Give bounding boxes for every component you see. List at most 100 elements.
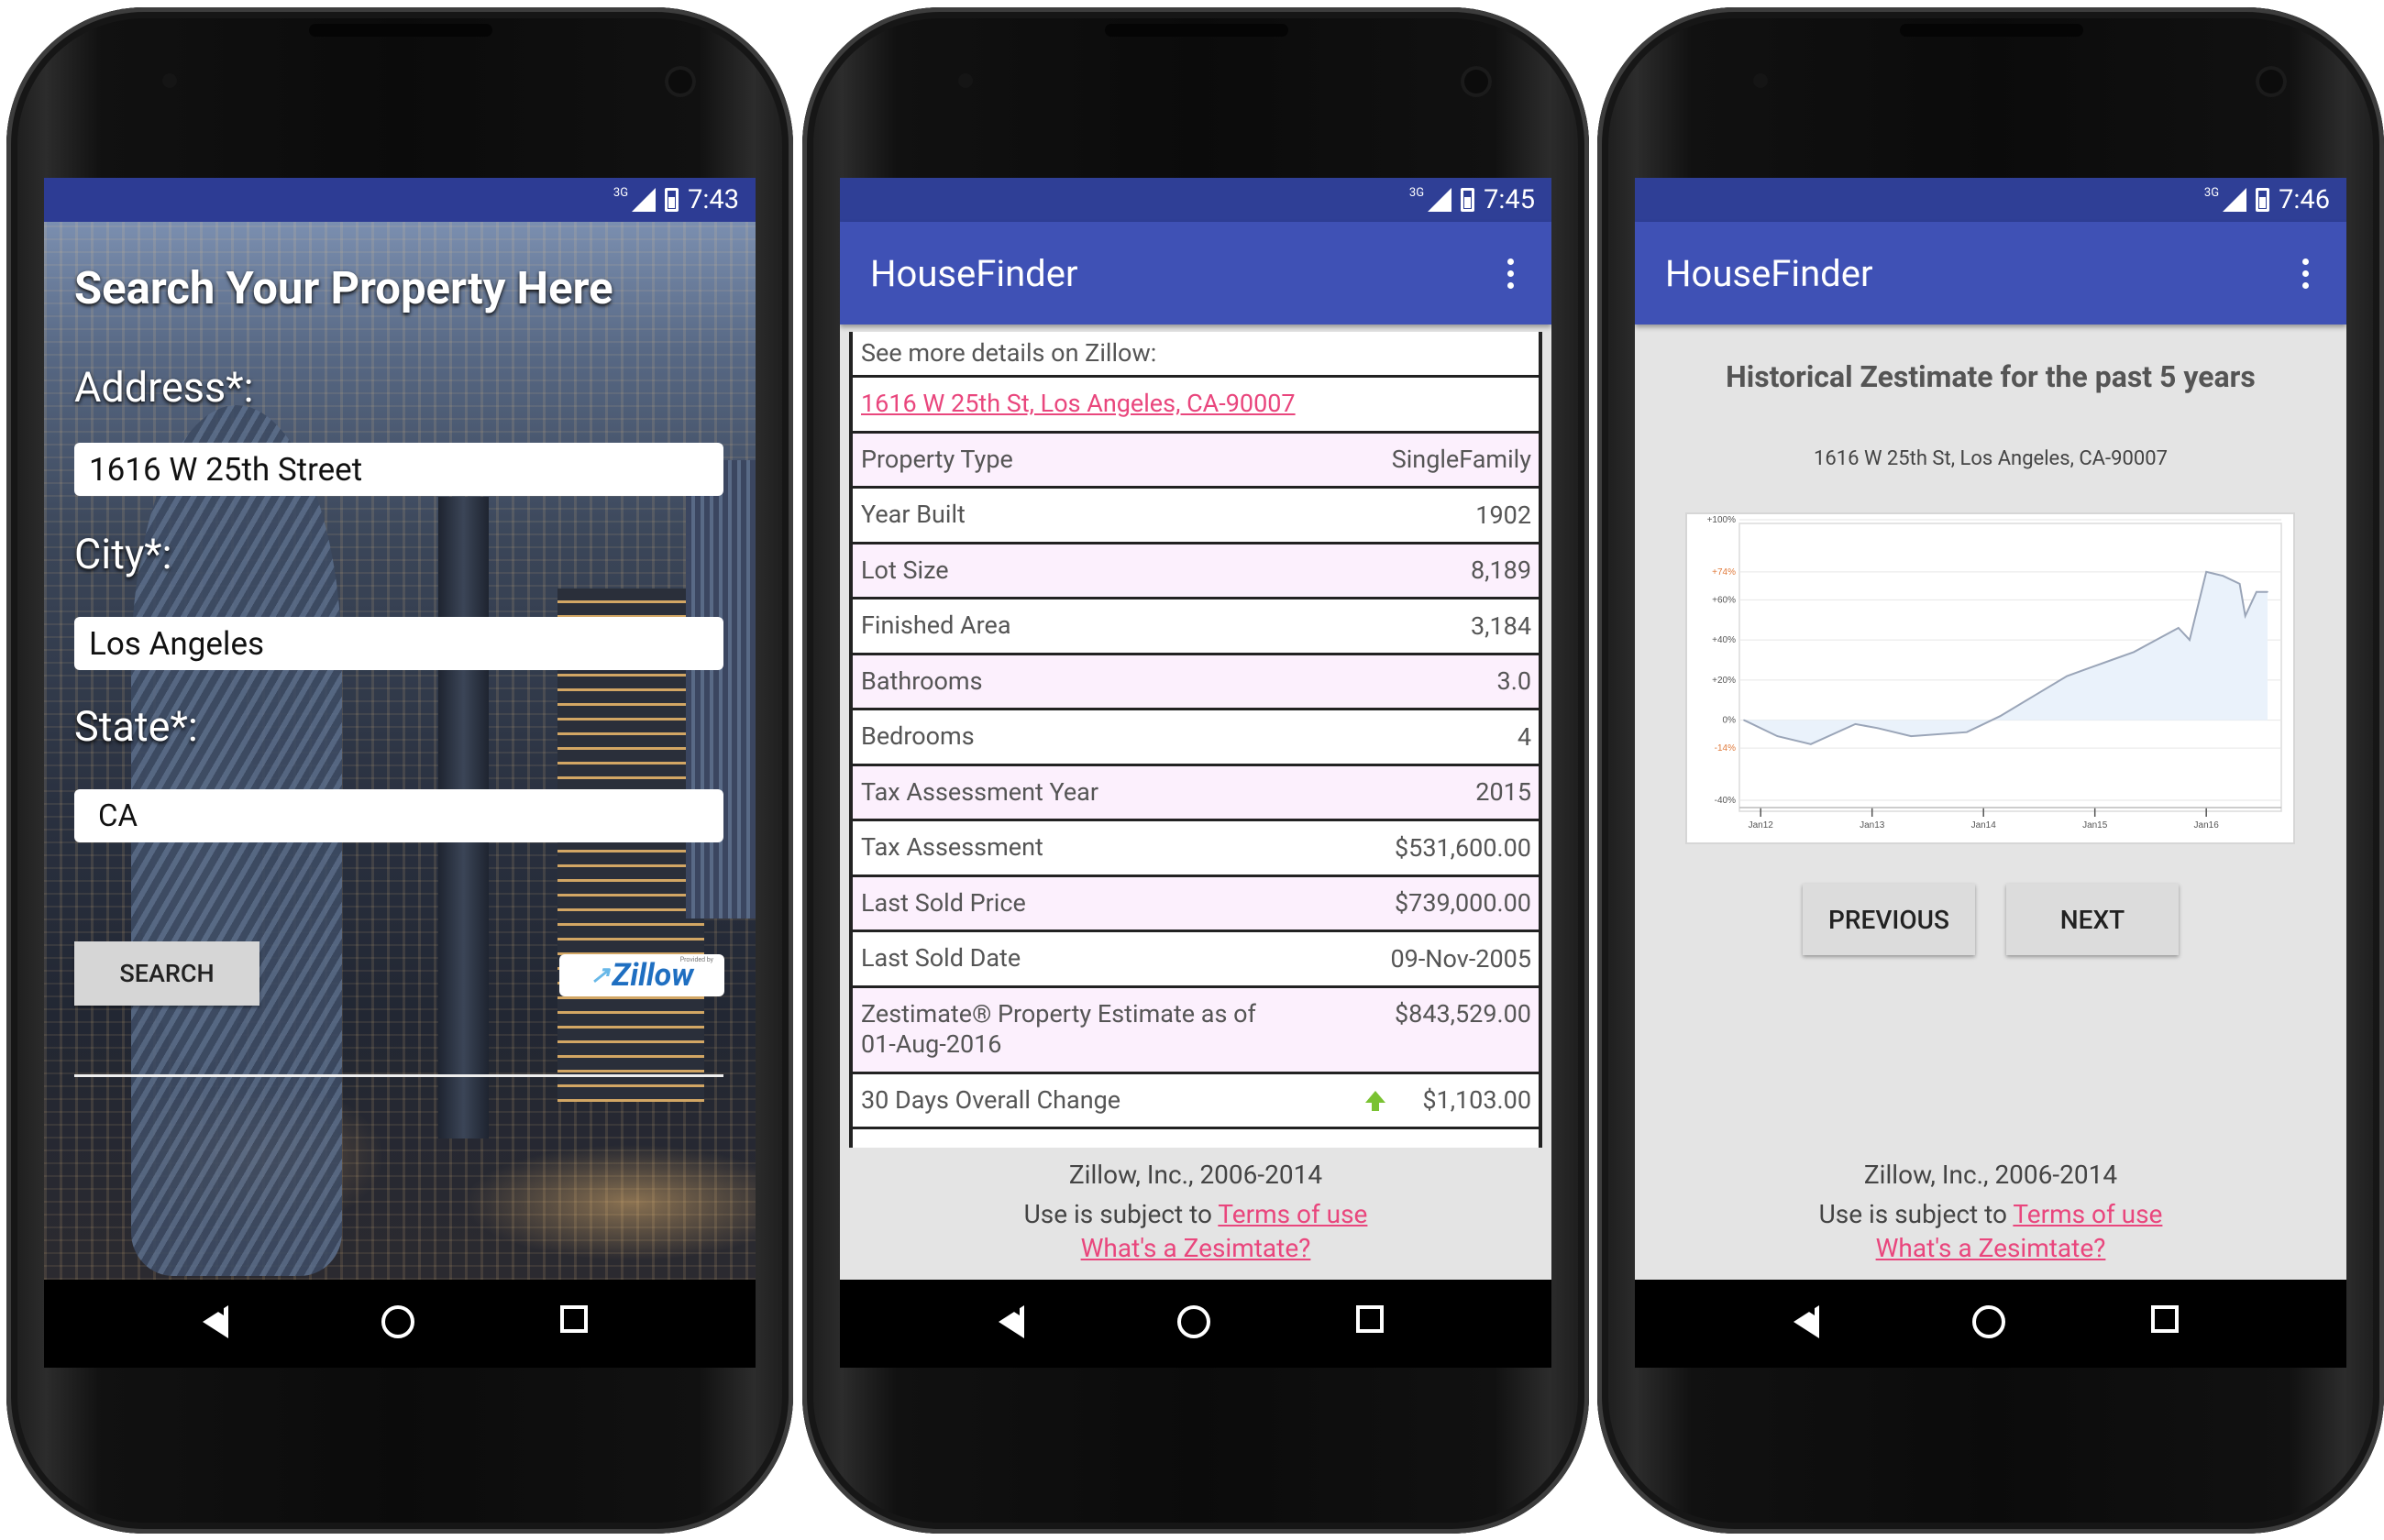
recents-button[interactable] xyxy=(560,1305,597,1342)
home-icon xyxy=(381,1305,414,1338)
data-point xyxy=(2238,583,2241,585)
y-tick-label: -40% xyxy=(1715,796,1736,806)
x-tick-label: Jan15 xyxy=(2082,820,2108,830)
state-input[interactable]: CA xyxy=(74,789,723,842)
recents-icon xyxy=(1356,1305,1384,1333)
footer-zestimate: What's a Zesimtate? xyxy=(1635,1228,2346,1268)
previous-button[interactable]: PREVIOUS xyxy=(1803,884,1975,955)
sensor-icon xyxy=(1753,73,1768,88)
x-tick-label: Jan12 xyxy=(1749,820,1774,830)
earpiece xyxy=(1900,24,2083,37)
y-tick-label: 0% xyxy=(1723,716,1737,726)
data-point xyxy=(2244,615,2246,617)
row-value: $531,600.00 xyxy=(1394,832,1531,863)
front-camera-icon xyxy=(665,66,696,97)
front-camera-icon xyxy=(1461,66,1492,97)
data-point xyxy=(1743,719,1745,721)
data-point xyxy=(2256,590,2257,593)
y-tick-label: +40% xyxy=(1712,635,1736,645)
row-value: 3,184 xyxy=(1470,610,1531,641)
overflow-menu-icon[interactable] xyxy=(1507,258,1515,289)
battery-icon xyxy=(1461,188,1475,212)
earpiece xyxy=(1105,24,1288,37)
overflow-menu-icon[interactable] xyxy=(2302,258,2310,289)
x-tick-label: Jan14 xyxy=(1971,820,1997,830)
battery-icon xyxy=(2256,188,2270,212)
data-point xyxy=(1966,731,1968,733)
row-label: 30 Days Overall Change xyxy=(861,1084,1121,1115)
terms-link[interactable]: Terms of use xyxy=(1218,1199,1367,1229)
battery-icon xyxy=(665,188,679,212)
phone-1: 3G 7:43 Search Your Property Here Addres… xyxy=(6,7,793,1534)
row-value: $739,000.00 xyxy=(1394,888,1531,918)
table-row: Last Sold Date 09-Nov-2005 xyxy=(853,932,1539,988)
zillow-logo[interactable]: Provided by ↗ Zillow xyxy=(559,954,724,996)
row-value: 8,189 xyxy=(1470,556,1531,586)
home-button[interactable] xyxy=(1972,1305,2009,1342)
chart-address: 1616 W 25th St, Los Angeles, CA-90007 xyxy=(1814,447,2168,470)
y-tick-label: +20% xyxy=(1712,676,1736,686)
back-button[interactable] xyxy=(999,1305,1035,1342)
recents-button[interactable] xyxy=(1356,1305,1393,1342)
row-label: Bedrooms xyxy=(861,721,975,752)
home-icon xyxy=(1177,1305,1210,1338)
data-point xyxy=(2088,666,2091,669)
back-button[interactable] xyxy=(1794,1305,1830,1342)
city-label: City*: xyxy=(74,530,172,578)
status-time: 7:45 xyxy=(1484,184,1535,215)
row-label: Zestimate® Property Estimate as of 01-Au… xyxy=(861,998,1256,1059)
recents-icon xyxy=(2151,1305,2179,1333)
data-point xyxy=(1810,743,1812,745)
data-point xyxy=(1999,715,2002,717)
details-header: See more details on Zillow: xyxy=(853,332,1539,378)
row-value: 09-Nov-2005 xyxy=(1390,943,1531,974)
footer-copyright: Zillow, Inc., 2006-2014 xyxy=(1863,1160,2118,1190)
row-label: Last Sold Price xyxy=(861,887,1026,918)
footer-zestimate: What's a Zesimtate? xyxy=(840,1228,1551,1268)
data-point xyxy=(1910,735,1913,737)
search-button[interactable]: SEARCH xyxy=(74,941,259,1006)
data-point xyxy=(2033,695,2035,698)
back-icon xyxy=(203,1305,228,1338)
terms-link[interactable]: Terms of use xyxy=(2013,1199,2162,1229)
zillow-z-icon: ↗ xyxy=(590,962,611,989)
table-row: Zestimate® Property Estimate as of 01-Au… xyxy=(853,987,1539,1074)
back-button[interactable] xyxy=(203,1305,239,1342)
recents-icon xyxy=(560,1305,588,1333)
zestimate-link[interactable]: What's a Zesimtate? xyxy=(1081,1233,1311,1263)
y-tick-label: +74% xyxy=(1712,567,1736,578)
data-point xyxy=(1876,727,1879,730)
app-title: HouseFinder xyxy=(1665,251,1873,295)
network-label: 3G xyxy=(613,185,629,200)
data-point xyxy=(2189,639,2191,641)
home-button[interactable] xyxy=(1177,1305,1214,1342)
home-button[interactable] xyxy=(381,1305,418,1342)
x-tick-label: Jan13 xyxy=(1860,820,1885,830)
sensor-icon xyxy=(958,73,973,88)
details-table: See more details on Zillow: 1616 W 25th … xyxy=(849,332,1542,1148)
data-point xyxy=(2066,675,2069,677)
zillow-provided-by: Provided by xyxy=(679,956,713,963)
city-input[interactable]: Los Angeles xyxy=(74,617,723,670)
address-input[interactable]: 1616 W 25th Street xyxy=(74,443,723,496)
recents-button[interactable] xyxy=(2151,1305,2188,1342)
up-arrow-icon xyxy=(1365,1091,1386,1112)
divider xyxy=(74,1074,723,1077)
address-link[interactable]: 1616 W 25th St, Los Angeles, CA-90007 xyxy=(861,389,1296,419)
signal-icon xyxy=(632,188,657,212)
next-button[interactable]: NEXT xyxy=(2006,884,2179,955)
table-row: 30 Days Overall Change $1,103.00 xyxy=(853,1074,1539,1129)
table-row: Tax Assessment $531,600.00 xyxy=(853,821,1539,877)
table-row: Tax Assessment Year 2015 xyxy=(853,765,1539,821)
signal-icon xyxy=(2223,188,2247,212)
sensor-icon xyxy=(162,73,177,88)
status-bar: 3G 7:43 xyxy=(44,178,756,222)
footer-copyright: Zillow, Inc., 2006-2014 xyxy=(1068,1160,1323,1190)
screen-chart: 3G 7:46 HouseFinder Historical Zestimate… xyxy=(1635,178,2346,1368)
table-row: Lot Size 8,189 xyxy=(853,544,1539,600)
row-value: $1,103.00 xyxy=(1422,1085,1531,1116)
zestimate-link[interactable]: What's a Zesimtate? xyxy=(1876,1233,2106,1263)
data-point xyxy=(1854,723,1857,725)
chart-title: Historical Zestimate for the past 5 year… xyxy=(1726,359,2256,394)
signal-icon xyxy=(1428,188,1452,212)
